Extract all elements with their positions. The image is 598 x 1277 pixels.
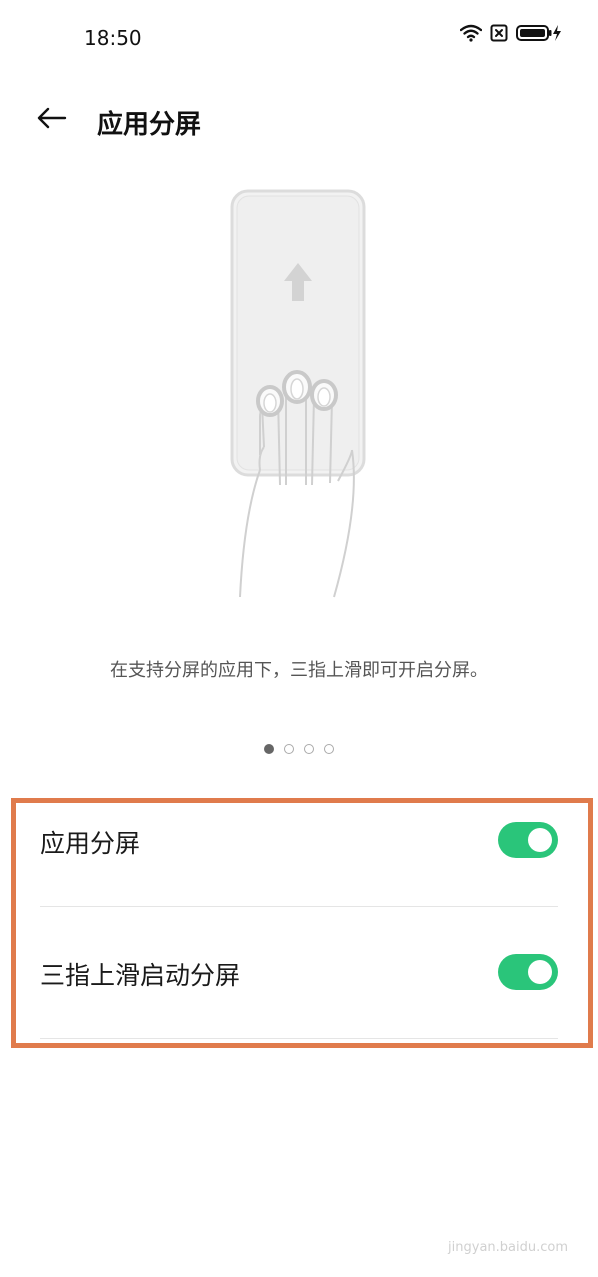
setting-row-split-screen[interactable]: 应用分屏 — [40, 806, 558, 876]
wifi-icon — [460, 24, 482, 42]
split-screen-toggle[interactable] — [498, 822, 558, 858]
gesture-illustration — [220, 185, 380, 605]
illustration-caption: 在支持分屏的应用下，三指上滑即可开启分屏。 — [110, 660, 488, 681]
toggle-knob — [528, 960, 552, 984]
setting-label: 应用分屏 — [40, 829, 141, 858]
no-sim-icon — [490, 24, 508, 42]
status-icons — [460, 24, 562, 42]
pager-dot-2[interactable] — [284, 744, 294, 754]
header: 应用分屏 — [0, 90, 598, 150]
arrow-left-icon — [37, 107, 67, 133]
toggle-knob — [528, 828, 552, 852]
status-bar: 18:50 — [0, 0, 598, 76]
setting-label: 三指上滑启动分屏 — [40, 961, 241, 990]
back-button[interactable] — [30, 100, 74, 140]
status-time: 18:50 — [84, 26, 142, 50]
divider — [40, 1038, 558, 1039]
divider — [40, 906, 558, 907]
pager-dots — [0, 744, 598, 754]
watermark-text: jingyan.baidu.com — [448, 1240, 568, 1255]
baidu-watermark: jingyan.baidu.com — [448, 1236, 568, 1255]
pager-dot-1[interactable] — [264, 744, 274, 754]
page-title: 应用分屏 — [97, 110, 202, 140]
battery-icon — [516, 24, 562, 42]
three-finger-swipe-toggle[interactable] — [498, 954, 558, 990]
pager-dot-4[interactable] — [324, 744, 334, 754]
pager-dot-3[interactable] — [304, 744, 314, 754]
setting-row-three-finger-swipe[interactable]: 三指上滑启动分屏 — [40, 938, 558, 1008]
